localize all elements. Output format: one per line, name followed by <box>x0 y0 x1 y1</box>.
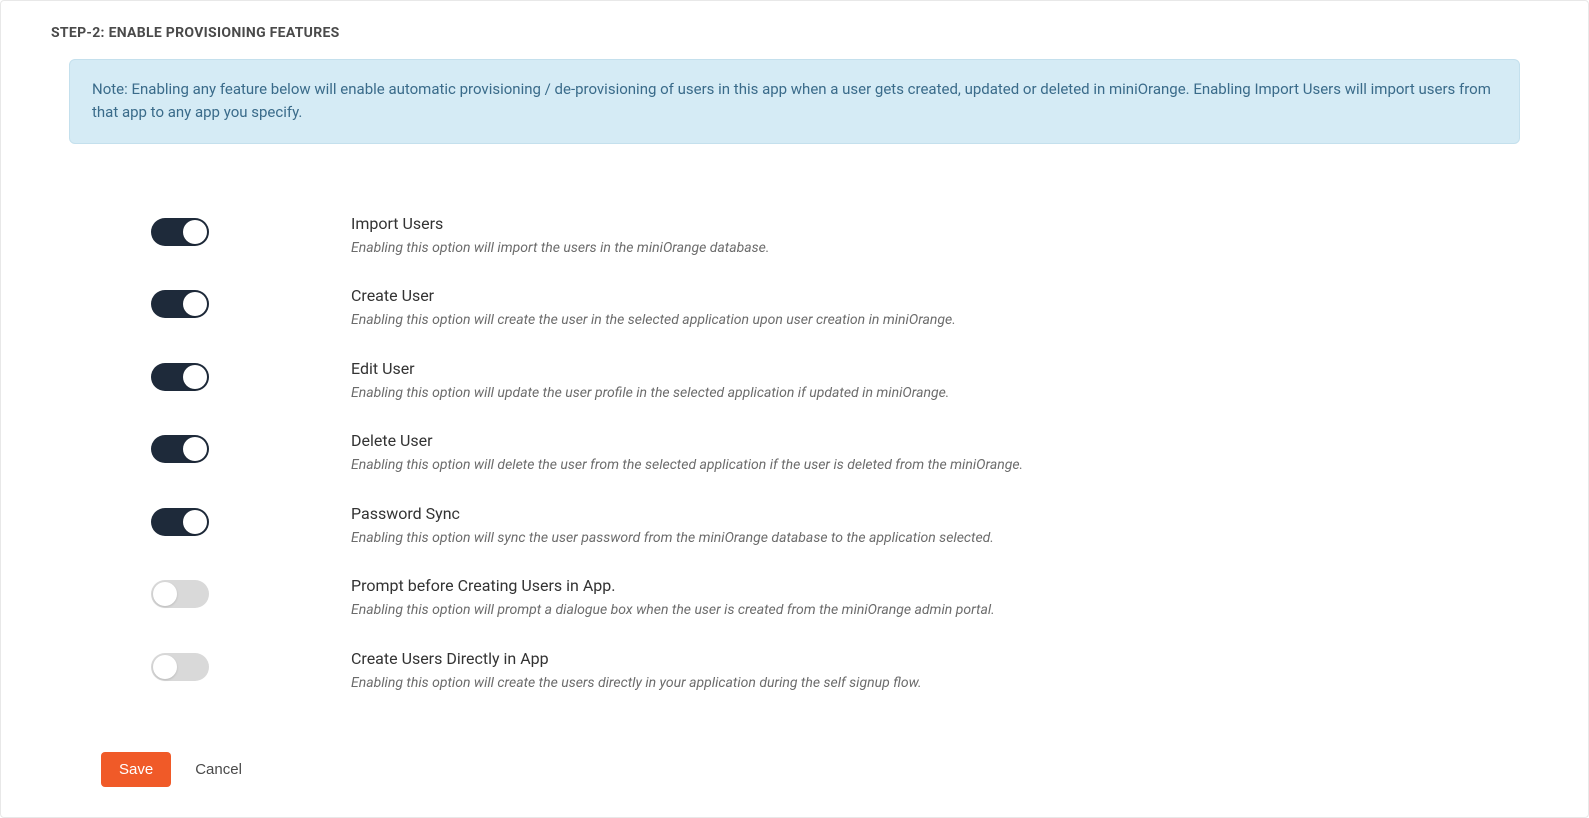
feature-title: Edit User <box>351 359 1488 378</box>
feature-text: Import Users Enabling this option will i… <box>351 214 1488 259</box>
toggle-col <box>151 504 351 540</box>
feature-desc: Enabling this option will sync the user … <box>351 529 1488 549</box>
feature-title: Create User <box>351 286 1488 305</box>
step-title: STEP-2: ENABLE PROVISIONING FEATURES <box>1 1 1588 59</box>
feature-row-import-users: Import Users Enabling this option will i… <box>151 214 1488 259</box>
provisioning-features-list: Import Users Enabling this option will i… <box>1 174 1588 742</box>
toggle-create-user[interactable] <box>151 290 209 318</box>
toggle-col <box>151 576 351 612</box>
toggle-edit-user[interactable] <box>151 363 209 391</box>
cancel-button[interactable]: Cancel <box>195 761 242 778</box>
feature-title: Delete User <box>351 431 1488 450</box>
toggle-col <box>151 649 351 685</box>
toggle-import-users[interactable] <box>151 218 209 246</box>
feature-row-create-user: Create User Enabling this option will cr… <box>151 286 1488 331</box>
feature-desc: Enabling this option will delete the use… <box>351 456 1488 476</box>
toggle-col <box>151 431 351 467</box>
toggle-col <box>151 286 351 322</box>
feature-text: Prompt before Creating Users in App. Ena… <box>351 576 1488 621</box>
feature-title: Password Sync <box>351 504 1488 523</box>
feature-row-create-users-directly: Create Users Directly in App Enabling th… <box>151 649 1488 694</box>
feature-desc: Enabling this option will update the use… <box>351 384 1488 404</box>
feature-row-password-sync: Password Sync Enabling this option will … <box>151 504 1488 549</box>
feature-text: Password Sync Enabling this option will … <box>351 504 1488 549</box>
feature-row-delete-user: Delete User Enabling this option will de… <box>151 431 1488 476</box>
toggle-password-sync[interactable] <box>151 508 209 536</box>
info-banner: Note: Enabling any feature below will en… <box>69 59 1520 144</box>
feature-title: Prompt before Creating Users in App. <box>351 576 1488 595</box>
feature-desc: Enabling this option will prompt a dialo… <box>351 601 1488 621</box>
feature-text: Edit User Enabling this option will upda… <box>351 359 1488 404</box>
toggle-delete-user[interactable] <box>151 435 209 463</box>
feature-row-prompt-before-creating: Prompt before Creating Users in App. Ena… <box>151 576 1488 621</box>
feature-desc: Enabling this option will create the use… <box>351 311 1488 331</box>
toggle-create-users-directly[interactable] <box>151 653 209 681</box>
save-button[interactable]: Save <box>101 752 171 787</box>
feature-title: Import Users <box>351 214 1488 233</box>
toggle-col <box>151 214 351 250</box>
feature-title: Create Users Directly in App <box>351 649 1488 668</box>
feature-desc: Enabling this option will import the use… <box>351 239 1488 259</box>
feature-text: Create Users Directly in App Enabling th… <box>351 649 1488 694</box>
toggle-col <box>151 359 351 395</box>
feature-text: Delete User Enabling this option will de… <box>351 431 1488 476</box>
form-actions: Save Cancel <box>1 742 1588 817</box>
toggle-prompt-before-creating[interactable] <box>151 580 209 608</box>
feature-row-edit-user: Edit User Enabling this option will upda… <box>151 359 1488 404</box>
feature-desc: Enabling this option will create the use… <box>351 674 1488 694</box>
feature-text: Create User Enabling this option will cr… <box>351 286 1488 331</box>
settings-panel: STEP-2: ENABLE PROVISIONING FEATURES Not… <box>0 0 1589 818</box>
